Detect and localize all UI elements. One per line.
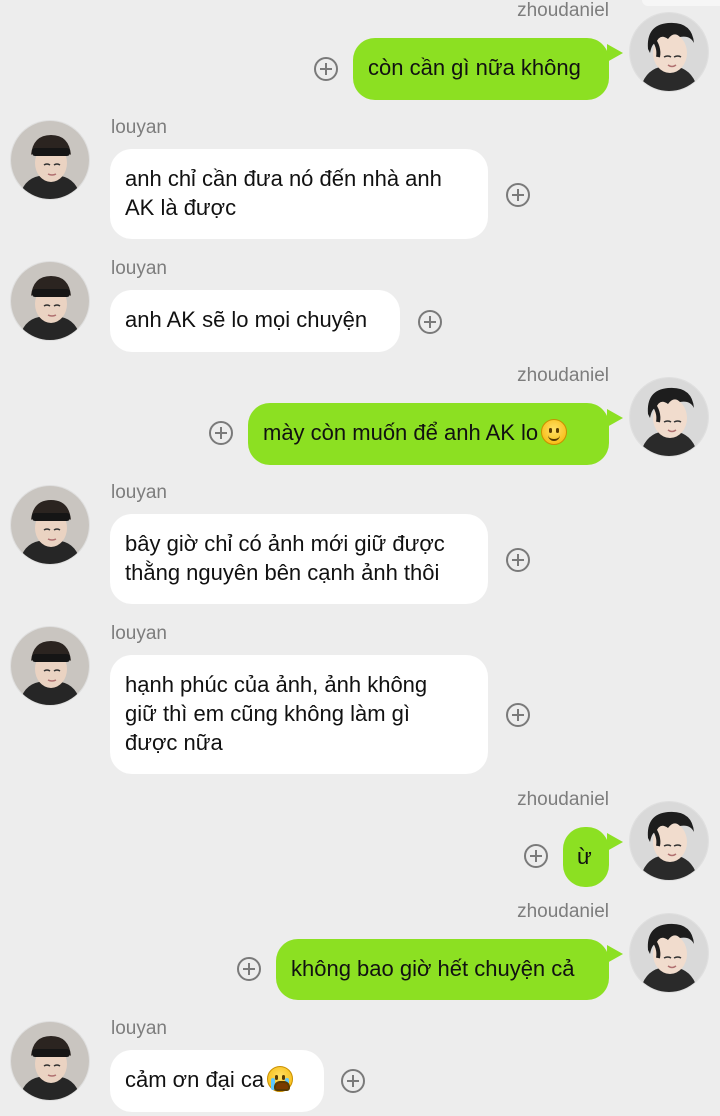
avatar-louyan[interactable] [11,121,89,199]
sender-name: louyan [111,1018,167,1039]
message-bubble[interactable]: còn cần gì nữa không [353,38,623,100]
message-text: hạnh phúc của ảnh, ảnh không giữ thì em … [125,672,428,755]
add-circle-icon[interactable] [314,57,338,81]
sender-name: louyan [111,117,167,138]
add-circle-icon[interactable] [524,844,548,868]
message-bubble[interactable]: bây giờ chỉ có ảnh mới giữ được thằng ng… [110,514,488,604]
avatar-zhoudaniel[interactable] [630,802,708,880]
avatar-zhoudaniel[interactable] [630,378,708,456]
sender-name: zhoudaniel [517,365,609,386]
loudly-crying-face-emoji [267,1066,294,1092]
message-text: anh chỉ cần đưa nó đến nhà anh AK là đượ… [125,166,442,220]
sender-name: zhoudaniel [517,789,609,810]
avatar-zhoudaniel[interactable] [630,13,708,91]
add-circle-icon[interactable] [209,421,233,445]
status-chip [642,0,720,6]
message-text: mày còn muốn để anh AK lo [263,420,539,445]
sender-name: zhoudaniel [517,901,609,922]
add-circle-icon[interactable] [506,183,530,207]
message-text: không bao giờ hết chuyện cả [291,956,575,981]
smiling-face-emoji [541,419,568,445]
message-text: còn cần gì nữa không [368,55,581,80]
avatar-louyan[interactable] [11,262,89,340]
message-bubble[interactable]: mày còn muốn để anh AK lo [248,403,623,465]
avatar-louyan[interactable] [11,486,89,564]
message-bubble[interactable]: anh chỉ cần đưa nó đến nhà anh AK là đượ… [110,149,488,239]
message-bubble[interactable]: ừ [563,827,623,887]
sender-name: louyan [111,623,167,644]
message-bubble[interactable]: không bao giờ hết chuyện cả [276,939,623,1000]
add-circle-icon[interactable] [418,310,442,334]
message-text: anh AK sẽ lo mọi chuyện [125,307,368,332]
sender-name: zhoudaniel [517,0,609,21]
message-bubble[interactable]: hạnh phúc của ảnh, ảnh không giữ thì em … [110,655,488,774]
add-circle-icon[interactable] [237,957,261,981]
message-bubble[interactable]: cảm ơn đại ca [110,1050,324,1112]
sender-name: louyan [111,258,167,279]
add-circle-icon[interactable] [506,548,530,572]
avatar-zhoudaniel[interactable] [630,914,708,992]
avatar-louyan[interactable] [11,1022,89,1100]
sender-name: louyan [111,482,167,503]
message-text: cảm ơn đại ca [125,1067,265,1092]
message-text: ừ [577,844,592,869]
add-circle-icon[interactable] [506,703,530,727]
message-bubble[interactable]: anh AK sẽ lo mọi chuyện [110,290,400,352]
avatar-louyan[interactable] [11,627,89,705]
message-text: bây giờ chỉ có ảnh mới giữ được thằng ng… [125,531,445,585]
add-circle-icon[interactable] [341,1069,365,1093]
